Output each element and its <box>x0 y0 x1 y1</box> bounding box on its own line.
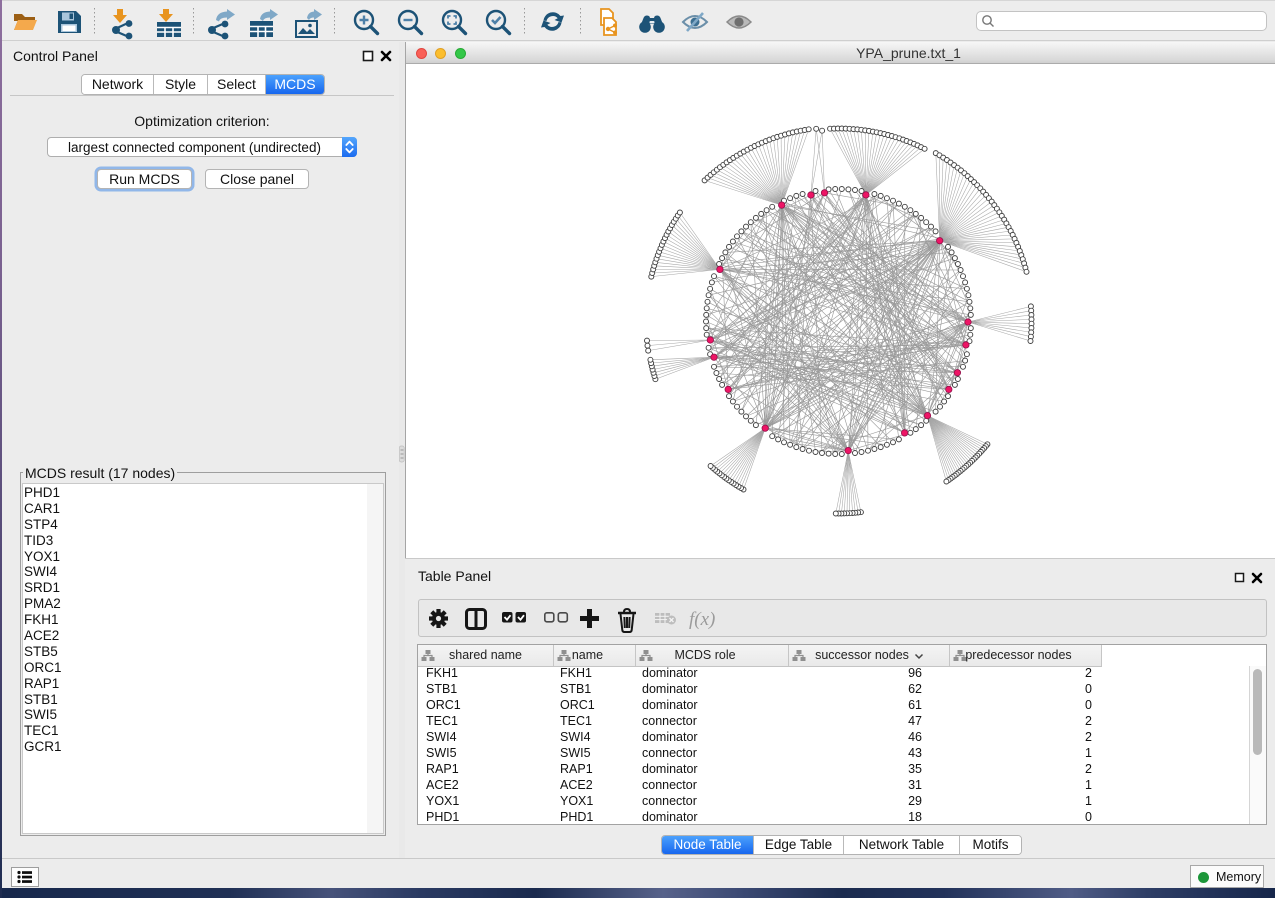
svg-text:f(x): f(x) <box>689 609 715 630</box>
